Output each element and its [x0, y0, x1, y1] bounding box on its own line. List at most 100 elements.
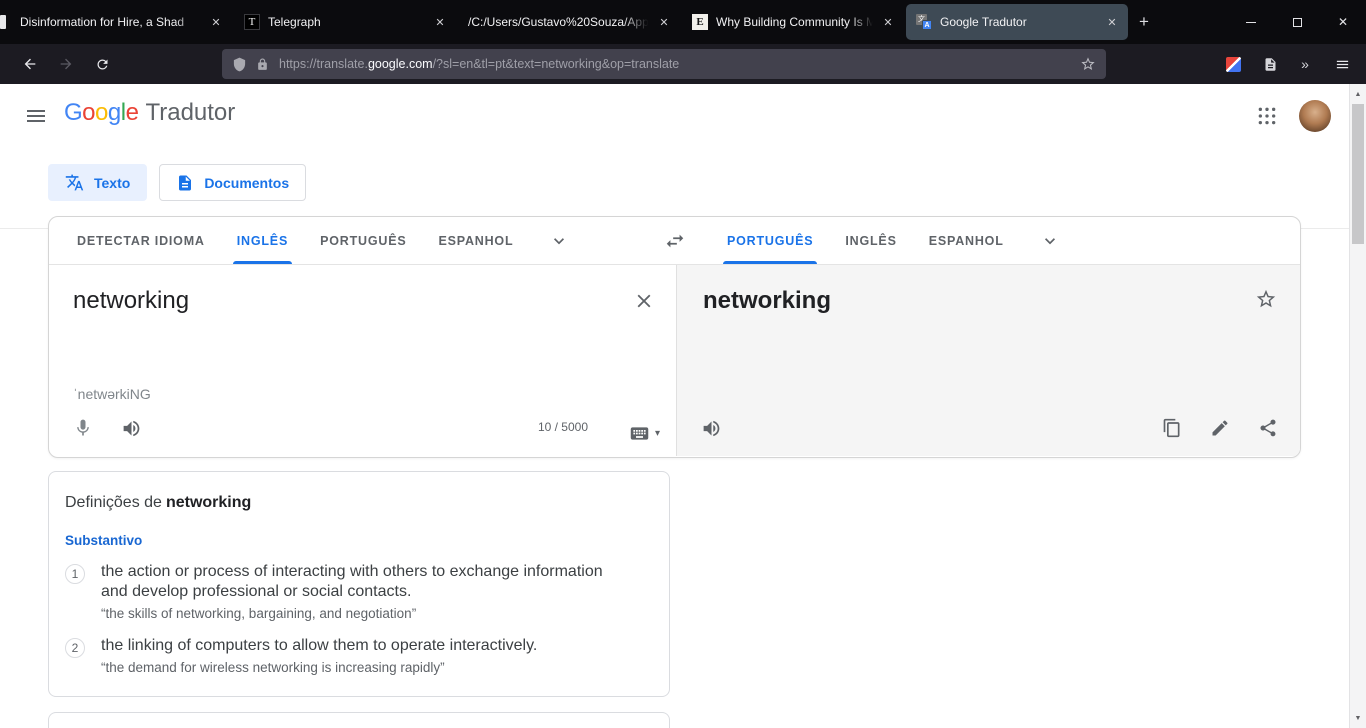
target-listen-button[interactable]	[691, 408, 731, 448]
tab-title: Disinformation for Hire, a Shad	[20, 15, 185, 29]
definitions-title-word: networking	[165, 494, 252, 511]
microphone-icon	[77, 419, 89, 436]
tab-close-icon[interactable]: ✕	[880, 16, 896, 29]
suggest-edit-button[interactable]	[1200, 408, 1240, 448]
scrollbar-thumb[interactable]	[1352, 104, 1364, 244]
url-prefix: https://translate.	[279, 57, 368, 71]
tab-title: Why Building Community Is M	[716, 15, 876, 29]
chevron-down-icon	[554, 237, 565, 244]
definition-example: “the demand for wireless networking is i…	[101, 660, 445, 675]
container-extension-icon[interactable]	[1219, 50, 1247, 78]
notes-extension-icon[interactable]	[1256, 50, 1284, 78]
forward-button[interactable]	[52, 50, 80, 78]
target-lang-dropdown-button[interactable]	[1038, 217, 1062, 264]
source-listen-button[interactable]	[111, 408, 151, 448]
source-lang-portuguese[interactable]: PORTUGUÊS	[308, 217, 418, 264]
tab-close-icon[interactable]: ✕	[1104, 16, 1120, 29]
partial-tab-fragment[interactable]	[0, 15, 6, 29]
microphone-button[interactable]	[63, 408, 103, 448]
document-lines-icon	[1265, 57, 1275, 71]
tab-google-tradutor[interactable]: 文 A Google Tradutor ✕	[906, 4, 1128, 40]
target-language-tabs: PORTUGUÊS INGLÊS ESPANHOL	[715, 217, 1062, 264]
swap-arrows-icon	[666, 234, 683, 247]
logo-letter: g	[107, 99, 121, 126]
keyboard-button[interactable]: ▾	[629, 423, 660, 444]
tab-community-article[interactable]: E Why Building Community Is M ✕	[682, 4, 904, 40]
speaker-icon	[703, 420, 719, 436]
hamburger-menu-icon	[1336, 60, 1348, 68]
definitions-title: Definições de networking	[65, 494, 645, 512]
target-lang-spanish[interactable]: ESPANHOL	[917, 217, 1016, 264]
keyboard-dropdown-caret[interactable]: ▾	[655, 428, 660, 439]
speaker-icon	[123, 420, 139, 436]
overflow-menu-button[interactable]: »	[1291, 50, 1319, 78]
clear-source-button[interactable]	[624, 281, 664, 321]
new-tab-button[interactable]: +	[1129, 4, 1159, 40]
character-counter: 10 / 5000	[537, 420, 588, 434]
back-arrow-icon	[24, 58, 36, 70]
source-lang-dropdown-button[interactable]	[547, 217, 571, 264]
copy-translation-button[interactable]	[1152, 408, 1192, 448]
target-lang-english[interactable]: INGLÊS	[833, 217, 908, 264]
swap-languages-button[interactable]	[655, 221, 695, 261]
translate-icon	[65, 174, 84, 191]
main-menu-button[interactable]	[24, 104, 48, 128]
definition-entry: 2 the linking of computers to allow them…	[65, 636, 645, 675]
user-avatar[interactable]	[1299, 100, 1331, 132]
window-maximize-button[interactable]	[1274, 0, 1320, 44]
app-menu-button[interactable]	[1328, 50, 1356, 78]
tab-close-icon[interactable]: ✕	[656, 16, 672, 29]
tab-local-file[interactable]: /C:/Users/Gustavo%20Souza/AppD ✕	[458, 4, 680, 40]
address-bar[interactable]: https://translate.google.com/?sl=en&tl=p…	[222, 49, 1106, 79]
back-button[interactable]	[16, 50, 44, 78]
definition-number: 1	[65, 564, 85, 584]
tab-title: Google Tradutor	[940, 15, 1027, 29]
share-icon	[1260, 419, 1276, 437]
minimize-icon	[1246, 21, 1256, 23]
browser-toolbar: https://translate.google.com/?sl=en&tl=p…	[0, 44, 1366, 84]
colorful-grid-extension-icon[interactable]	[1054, 57, 1068, 71]
window-close-button[interactable]: ✕	[1320, 0, 1366, 44]
google-translate-favicon: 文 A	[916, 14, 932, 30]
reload-icon	[97, 59, 107, 69]
google-apps-button[interactable]	[1247, 96, 1287, 136]
text-mode-button[interactable]: Texto	[48, 164, 148, 201]
scroll-down-arrow[interactable]: ▼	[1350, 710, 1366, 726]
documents-mode-button[interactable]: Documentos	[159, 164, 307, 201]
save-translation-star-button[interactable]	[1246, 279, 1286, 319]
source-text[interactable]: networking	[73, 287, 189, 315]
google-translate-page: Google Tradutor Texto Documentos DETECTA…	[0, 84, 1349, 728]
maximize-icon	[1292, 17, 1302, 27]
target-action-buttons	[1152, 408, 1288, 448]
definition-example: “the skills of networking, bargaining, a…	[101, 606, 417, 621]
source-lang-spanish[interactable]: ESPANHOL	[426, 217, 525, 264]
tracking-protection-shield-icon[interactable]	[232, 57, 247, 72]
lock-icon[interactable]	[256, 58, 269, 71]
tab-close-icon[interactable]: ✕	[432, 16, 448, 29]
browser-tab-bar: Disinformation for Hire, a Shad ✕ T Tele…	[0, 0, 1366, 44]
menu-icon	[27, 110, 45, 122]
target-lang-portuguese[interactable]: PORTUGUÊS	[715, 217, 825, 264]
translate-card: DETECTAR IDIOMA INGLÊS PORTUGUÊS ESPANHO…	[48, 216, 1301, 458]
reload-button[interactable]	[88, 50, 116, 78]
google-translate-logo[interactable]: Google Tradutor	[64, 99, 235, 127]
tab-title: /C:/Users/Gustavo%20Souza/AppD	[468, 15, 652, 29]
bookmark-star-icon[interactable]	[1080, 56, 1096, 72]
source-text-pane[interactable]: networking ˈnetwərkiNG 10 / 5000 ▾	[49, 265, 676, 456]
url-domain: google.com	[367, 57, 433, 71]
window-minimize-button[interactable]	[1228, 0, 1274, 44]
url-text[interactable]: https://translate.google.com/?sl=en&tl=p…	[279, 57, 1042, 71]
product-name: Tradutor	[145, 99, 236, 126]
tab-close-icon[interactable]: ✕	[208, 16, 224, 29]
source-lang-english[interactable]: INGLÊS	[225, 217, 300, 264]
tab-disinformation[interactable]: Disinformation for Hire, a Shad ✕	[10, 4, 232, 40]
share-translation-button[interactable]	[1248, 408, 1288, 448]
definition-body: the linking of computers to allow them t…	[101, 636, 537, 675]
scroll-up-arrow[interactable]: ▲	[1350, 86, 1366, 102]
document-icon	[179, 175, 192, 190]
chevron-down-icon	[1044, 237, 1055, 244]
page-scrollbar[interactable]: ▲ ▼	[1349, 84, 1366, 728]
definition-text: the action or process of interacting wit…	[101, 563, 603, 600]
source-lang-detect[interactable]: DETECTAR IDIOMA	[65, 217, 217, 264]
tab-telegraph[interactable]: T Telegraph ✕	[234, 4, 456, 40]
